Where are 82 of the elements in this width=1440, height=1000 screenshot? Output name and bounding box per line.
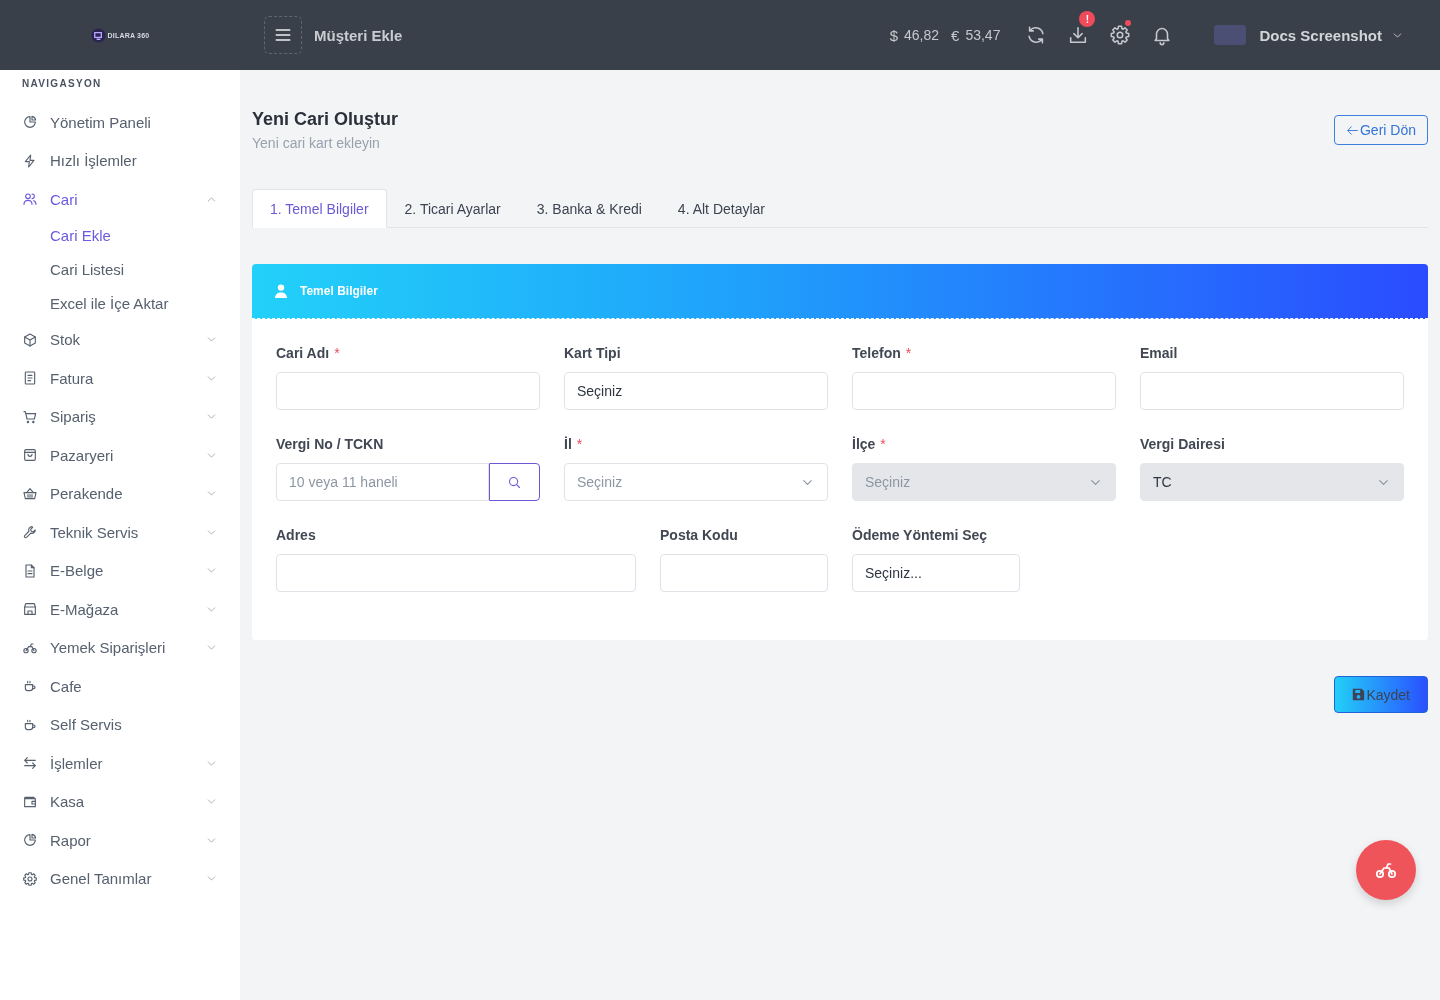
search-button[interactable] [489, 463, 540, 501]
text-input[interactable] [276, 372, 540, 410]
wrench-icon [22, 524, 38, 541]
tab[interactable]: 2. Ticari Ayarlar [386, 189, 519, 228]
text-input[interactable] [1140, 372, 1404, 410]
page-subtitle: Yeni cari kart ekleyin [252, 134, 381, 152]
currency-rate: 53,47 [965, 27, 1001, 43]
arrow-left-icon [1345, 123, 1359, 137]
pie-chart-icon [22, 114, 38, 131]
sidebar-item[interactable]: Rapor [0, 821, 240, 860]
bag-icon [22, 447, 38, 464]
users-icon [22, 191, 38, 208]
basket-icon [22, 485, 38, 502]
card-title: Temel Bilgiler [300, 284, 378, 298]
field-label: Kart Tipi [564, 345, 621, 361]
lightning-icon [22, 152, 38, 169]
page-title: Müşteri Ekle [314, 26, 403, 44]
sidebar-item[interactable]: Teknik Servis [0, 513, 240, 552]
cube-icon [22, 331, 38, 348]
field-label: Ödeme Yöntemi Seç [852, 527, 988, 543]
sidebar-item[interactable]: Self Servis [0, 705, 240, 744]
required-asterisk: * [880, 436, 886, 452]
field-label: Cari Adı [276, 345, 330, 361]
notification-badge: ! [1079, 11, 1096, 27]
settings-icon [1109, 24, 1132, 46]
select-field[interactable]: Seçiniz [564, 372, 828, 410]
select-field[interactable]: Seçiniz... [852, 554, 1020, 592]
text-input[interactable]: 10 veya 11 haneli [276, 463, 489, 501]
section-title: NAVIGASYON [22, 77, 102, 91]
field-label: Email [1140, 345, 1178, 361]
tab[interactable]: 4. Alt Detaylar [659, 189, 783, 228]
text-input[interactable] [852, 372, 1116, 410]
required-asterisk: * [334, 345, 340, 361]
sidebar-item[interactable]: Cafe [0, 667, 240, 706]
field-label: Adres [276, 527, 316, 543]
tab[interactable]: 3. Banka & Kredi [518, 189, 660, 228]
pie-chart-icon [22, 832, 38, 849]
sidebar-item[interactable]: Stok [0, 320, 240, 359]
menu-button[interactable] [264, 16, 302, 54]
sidebar-item[interactable]: Cari [0, 180, 240, 219]
sidebar-item[interactable]: Sipariş [0, 397, 240, 436]
arrows-icon [22, 755, 38, 772]
sidebar-subitem[interactable]: Excel ile İçe Aktar [0, 286, 240, 321]
tab[interactable]: 1. Temel Bilgiler [252, 189, 387, 228]
sidebar-item[interactable]: Yemek Siparişleri [0, 628, 240, 667]
sidebar-item[interactable]: Genel Tanımlar [0, 859, 240, 898]
user-name[interactable]: Docs Screenshot [1259, 26, 1382, 44]
field-label: Telefon [852, 345, 901, 361]
required-asterisk: * [576, 436, 583, 452]
sidebar-item[interactable]: Pazaryeri [0, 436, 240, 475]
field-label: Vergi No / TCKN [276, 436, 384, 452]
text-input[interactable] [660, 554, 828, 592]
file-icon [22, 562, 38, 579]
sidebar-subitem[interactable]: Cari Ekle [0, 218, 240, 253]
field-label: Vergi Dairesi [1140, 436, 1225, 452]
user-icon [274, 284, 288, 298]
field-label: İl [564, 436, 572, 452]
text-input[interactable] [276, 554, 636, 592]
currency-symbol: $ [889, 26, 898, 44]
avatar-image [1214, 25, 1247, 45]
sidebar-subitem[interactable]: Cari Listesi [0, 252, 240, 287]
store-icon [22, 601, 38, 618]
cart-icon [22, 408, 38, 425]
sidebar-item[interactable]: Perakende [0, 474, 240, 513]
sidebar-item[interactable]: Fatura [0, 359, 240, 398]
document-icon [22, 370, 38, 387]
back-button[interactable]: Geri Dön [1333, 115, 1428, 145]
currency-symbol: € [951, 26, 960, 44]
logo-icon [90, 27, 106, 43]
currency-rate: 46,82 [904, 27, 940, 43]
sidebar-item[interactable]: İşlemler [0, 744, 240, 783]
sidebar-item[interactable]: Yönetim Paneli [0, 103, 240, 142]
settings-icon [22, 870, 38, 887]
sidebar-item[interactable]: E-Mağaza [0, 590, 240, 629]
sidebar-item[interactable]: E-Belge [0, 551, 240, 590]
sidebar-item[interactable]: Kasa [0, 782, 240, 821]
page-heading: Yeni Cari Oluştur [252, 108, 399, 130]
field-label: Posta Kodu [660, 527, 738, 543]
sidebar-item[interactable]: Hızlı İşlemler [0, 141, 240, 180]
field-label: İlçe [852, 436, 876, 452]
required-asterisk: * [905, 345, 912, 361]
search-icon [507, 474, 522, 490]
